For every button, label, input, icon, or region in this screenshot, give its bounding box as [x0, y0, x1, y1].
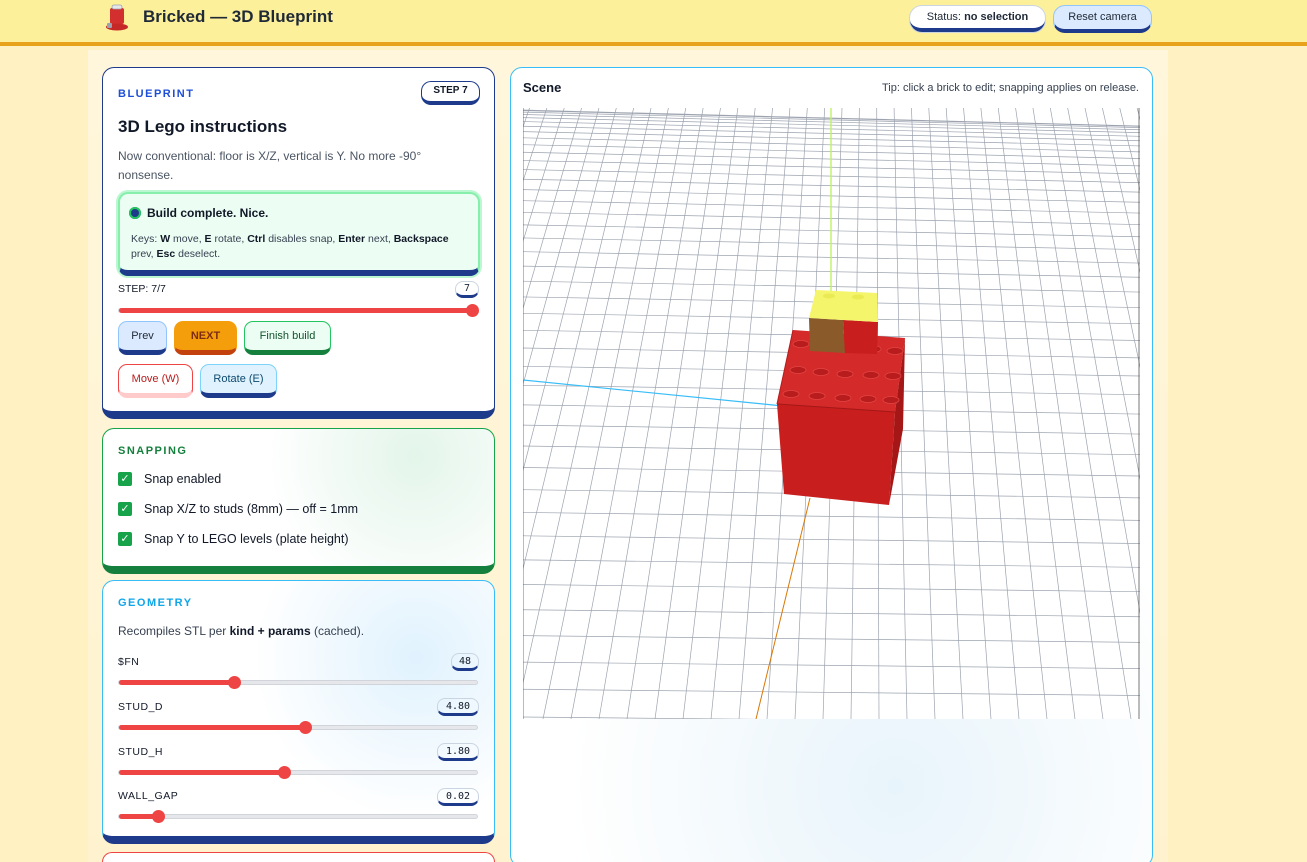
param-label-fn: $FN	[118, 656, 140, 668]
stud	[884, 372, 902, 380]
checkbox-checked-icon[interactable]: ✓	[118, 532, 132, 546]
stud-d-slider[interactable]	[118, 721, 478, 734]
wall-gap-slider[interactable]	[118, 810, 478, 823]
param-value-wall-gap: 0.02	[437, 788, 479, 806]
snapping-section-label: SNAPPING	[118, 445, 188, 457]
slider-fill	[119, 770, 284, 775]
blueprint-title: 3D Lego instructions	[118, 117, 288, 136]
param-label-stud-h: STUD_H	[118, 746, 164, 758]
yellow-brick[interactable]	[809, 290, 878, 354]
slider-thumb[interactable]	[277, 766, 291, 779]
next-button[interactable]: NEXT	[174, 321, 237, 355]
stud	[882, 396, 900, 404]
slider-thumb[interactable]	[227, 676, 241, 689]
blueprint-card: BLUEPRINT STEP 7 3D Lego instructions No…	[102, 67, 495, 419]
rotate-mode-button[interactable]: Rotate (E)	[200, 364, 277, 398]
keyboard-shortcuts: Keys: W move, E rotate, Ctrl disables sn…	[131, 233, 449, 260]
stud	[886, 347, 904, 355]
z-axis-line	[755, 497, 811, 719]
snap-y-label: Snap Y to LEGO levels (plate height)	[144, 532, 349, 546]
3d-viewport[interactable]	[523, 108, 1140, 719]
geometry-card: GEOMETRY Recompiles STL per kind + param…	[102, 580, 495, 844]
step-badge: STEP 7	[421, 81, 480, 105]
stud	[836, 370, 854, 378]
build-status-text: Build complete. Nice.	[147, 206, 269, 220]
next-card-edge	[102, 852, 495, 862]
app-header: Bricked — 3D Blueprint Status: no select…	[0, 0, 1307, 46]
snap-enabled-option[interactable]: ✓ Snap enabled	[118, 472, 221, 486]
param-label-stud-d: STUD_D	[118, 701, 164, 713]
red-brick[interactable]	[776, 329, 905, 505]
slider-fill	[119, 680, 234, 685]
stud	[808, 392, 826, 400]
status-badge: Status: no selection	[910, 6, 1045, 32]
checkbox-checked-icon[interactable]: ✓	[118, 472, 132, 486]
snap-y-option[interactable]: ✓ Snap Y to LEGO levels (plate height)	[118, 532, 349, 546]
scene-panel: Scene Tip: click a brick to edit; snappi…	[510, 67, 1153, 862]
snap-xz-option[interactable]: ✓ Snap X/Z to studs (8mm) — off = 1mm	[118, 502, 358, 516]
snapping-card: SNAPPING ✓ Snap enabled ✓ Snap X/Z to st…	[102, 428, 495, 574]
slider-fill	[119, 725, 306, 730]
checkbox-checked-icon[interactable]: ✓	[118, 502, 132, 516]
stud	[782, 390, 800, 398]
geometry-description: Recompiles STL per kind + params (cached…	[118, 624, 365, 638]
blueprint-section-label: BLUEPRINT	[118, 88, 195, 100]
blueprint-description: Now conventional: floor is X/Z, vertical…	[118, 149, 422, 182]
prev-button[interactable]: Prev	[118, 321, 167, 355]
scene-title: Scene	[523, 80, 562, 95]
stud	[834, 394, 852, 402]
fn-slider[interactable]	[118, 676, 478, 689]
geometry-section-label: GEOMETRY	[118, 597, 193, 609]
stud	[789, 366, 807, 374]
slider-thumb[interactable]	[152, 810, 166, 823]
build-status-panel: Build complete. Nice. Keys: W move, E ro…	[118, 192, 480, 276]
stud-h-slider[interactable]	[118, 766, 478, 779]
scene-canvas[interactable]	[523, 108, 1140, 719]
param-label-wall-gap: WALL_GAP	[118, 790, 179, 802]
move-mode-button[interactable]: Move (W)	[118, 364, 193, 398]
step-value: 7	[455, 281, 479, 298]
reset-camera-button[interactable]: Reset camera	[1053, 5, 1152, 33]
param-value-stud-h: 1.80	[437, 743, 479, 761]
stud	[792, 340, 810, 348]
param-value-fn: 48	[451, 653, 479, 671]
step-label: STEP: 7/7	[118, 283, 166, 295]
status-dot-icon	[129, 207, 141, 219]
app-title: Bricked — 3D Blueprint	[143, 7, 333, 26]
snap-xz-label: Snap X/Z to studs (8mm) — off = 1mm	[144, 502, 359, 516]
step-slider[interactable]	[118, 304, 479, 317]
brand: Bricked — 3D Blueprint	[104, 4, 333, 32]
status-value: no selection	[964, 11, 1029, 23]
snap-enabled-label: Snap enabled	[144, 472, 222, 486]
brick-logo-icon	[104, 4, 130, 32]
finish-build-button[interactable]: Finish build	[244, 321, 331, 355]
stud	[812, 368, 830, 376]
step-slider-thumb[interactable]	[466, 304, 479, 317]
stud	[862, 371, 880, 379]
status-prefix: Status:	[926, 11, 961, 23]
param-value-stud-d: 4.80	[437, 698, 479, 716]
stud	[859, 395, 877, 403]
slider-thumb[interactable]	[299, 721, 313, 734]
scene-tip: Tip: click a brick to edit; snapping app…	[881, 82, 1139, 94]
step-slider-fill	[119, 308, 477, 313]
